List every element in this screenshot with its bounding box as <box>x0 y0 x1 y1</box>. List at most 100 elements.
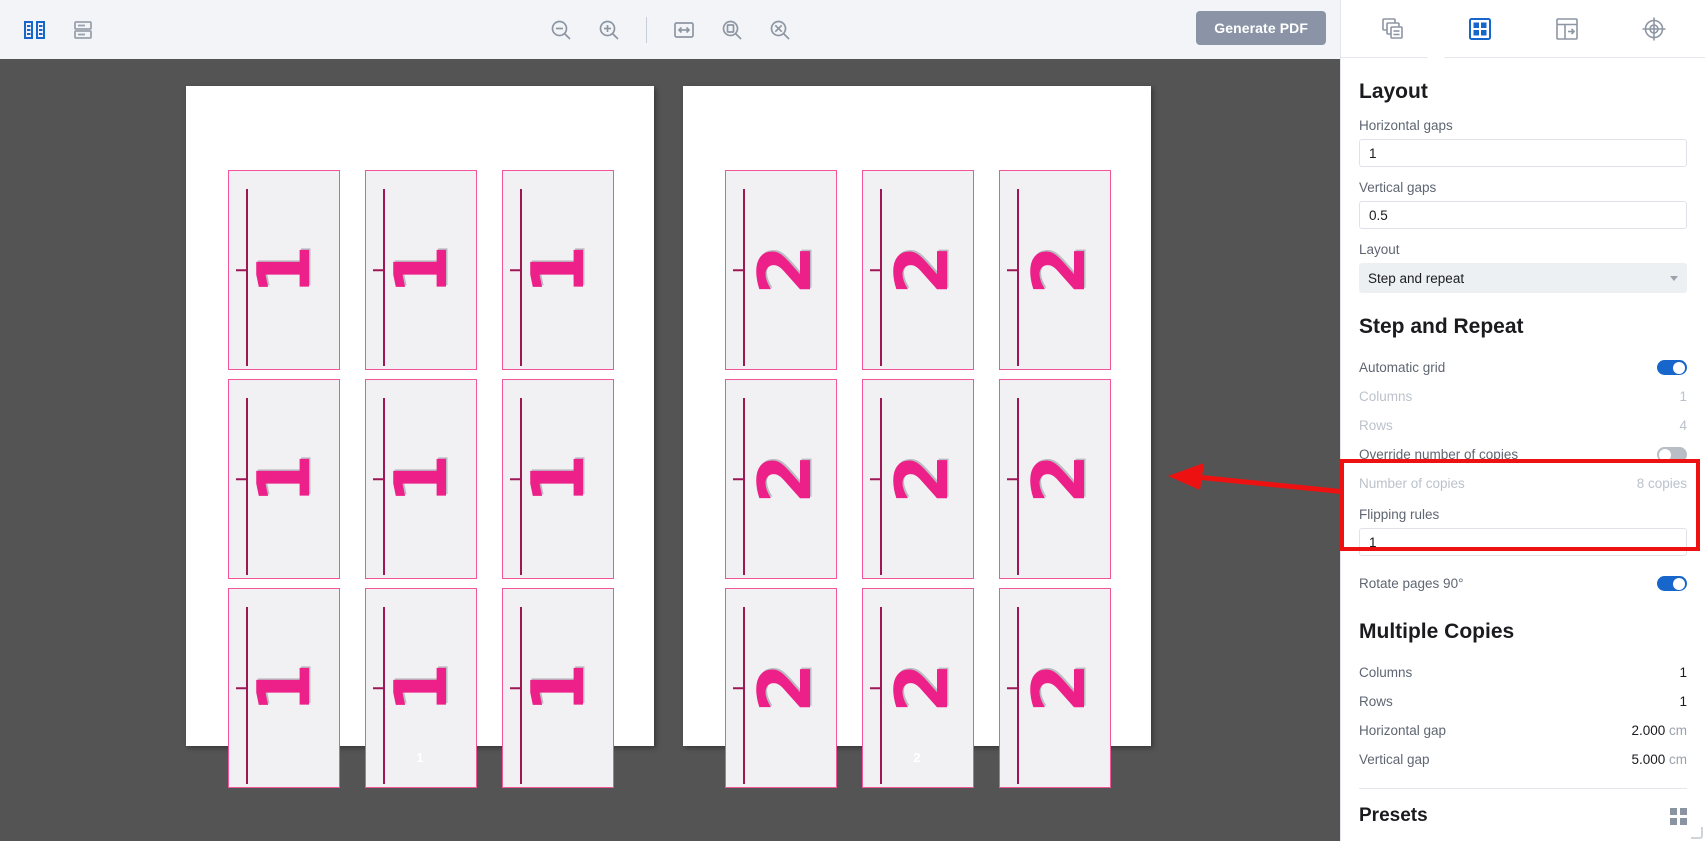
card-digit: 2 <box>1017 453 1102 505</box>
card-grid-page-2: 2 2 2 2 2 2 2 2 2 <box>725 170 1111 788</box>
tab-pages[interactable] <box>1372 8 1414 50</box>
horizontal-gaps-input[interactable] <box>1359 139 1687 167</box>
mc-vertical-gap-label: Vertical gap <box>1359 752 1430 767</box>
mc-horizontal-gap-unit: cm <box>1669 723 1687 738</box>
card-digit: 2 <box>743 453 828 505</box>
top-toolbar: Generate PDF <box>0 0 1340 59</box>
presets-title: Presets <box>1359 805 1428 826</box>
mc-rows-value: 1 <box>1679 694 1687 709</box>
tab-layout[interactable] <box>1459 8 1501 50</box>
sheet-page-2[interactable]: 2 2 2 2 2 2 2 2 2 <box>683 86 1151 788</box>
document-canvas[interactable]: 1 1 1 1 1 1 1 1 1 1 2 2 2 2 2 2 2 2 2 2 <box>0 59 1340 841</box>
page-label-1: 1 <box>416 750 424 765</box>
tab-marks[interactable] <box>1546 8 1588 50</box>
right-settings-panel: Layout Horizontal gaps Vertical gaps Lay… <box>1340 0 1705 841</box>
app-window: Generate PDF 1 1 1 1 1 1 1 1 1 1 2 2 2 2… <box>0 0 1705 841</box>
override-copies-row: Override number of copies <box>1359 440 1687 469</box>
card-item[interactable]: 2 <box>725 379 837 579</box>
mc-vertical-gap-unit: cm <box>1669 752 1687 767</box>
toggle-knob <box>1673 361 1685 374</box>
card-item[interactable]: 1 <box>365 170 477 370</box>
override-copies-toggle[interactable] <box>1657 447 1687 462</box>
card-item[interactable]: 2 <box>862 379 974 579</box>
toolbar-left-group <box>0 13 100 47</box>
chevron-down-icon <box>1670 275 1678 281</box>
layout-section-title: Layout <box>1359 80 1428 103</box>
card-digit: 2 <box>1017 244 1102 296</box>
zoom-in-icon[interactable] <box>592 13 626 47</box>
vertical-gaps-label: Vertical gaps <box>1359 180 1437 195</box>
tab-registration[interactable] <box>1633 8 1675 50</box>
number-of-copies-row: Number of copies 8 copies <box>1359 469 1687 498</box>
zoom-reset-icon[interactable] <box>763 13 797 47</box>
rotate-pages-toggle[interactable] <box>1657 576 1687 591</box>
card-item[interactable]: 1 <box>228 379 340 579</box>
generate-pdf-button[interactable]: Generate PDF <box>1196 11 1326 45</box>
presets-row: Presets <box>1359 805 1687 827</box>
sr-columns-label: Columns <box>1359 389 1413 404</box>
card-item[interactable]: 1 <box>502 379 614 579</box>
mc-vertical-gap-value-group: 5.000 cm <box>1631 752 1687 767</box>
mc-rows-label: Rows <box>1359 694 1393 709</box>
sr-columns-value: 1 <box>1679 389 1687 404</box>
panel-tab-bar <box>1341 0 1705 58</box>
card-digit: 2 <box>880 453 965 505</box>
card-grid-page-1: 1 1 1 1 1 1 1 1 1 <box>228 170 614 788</box>
sr-rows-label: Rows <box>1359 418 1393 433</box>
card-item[interactable]: 2 <box>999 170 1111 370</box>
page-label-2: 2 <box>913 750 921 765</box>
automatic-grid-row: Automatic grid <box>1359 353 1687 382</box>
card-digit: 2 <box>1017 662 1102 714</box>
fit-width-icon[interactable] <box>667 13 701 47</box>
zoom-out-icon[interactable] <box>544 13 578 47</box>
sr-columns-row: Columns 1 <box>1359 382 1687 411</box>
mc-horizontal-gap-row: Horizontal gap 2.000 cm <box>1359 716 1687 745</box>
split-view-icon[interactable] <box>18 13 52 47</box>
card-digit: 2 <box>743 244 828 296</box>
mc-horizontal-gap-value: 2.000 <box>1631 723 1666 738</box>
mc-columns-label: Columns <box>1359 665 1413 680</box>
panel-resize-grip[interactable] <box>1691 827 1703 839</box>
toggle-knob <box>1659 448 1671 461</box>
presets-grid-icon[interactable] <box>1670 807 1687 825</box>
card-digit: 1 <box>516 453 600 505</box>
flipping-rules-label: Flipping rules <box>1359 507 1440 522</box>
mc-horizontal-gap-value-group: 2.000 cm <box>1631 723 1687 738</box>
fit-page-icon[interactable] <box>715 13 749 47</box>
card-digit: 1 <box>242 662 326 714</box>
card-digit: 1 <box>242 453 326 505</box>
card-digit: 1 <box>242 244 326 296</box>
card-item[interactable]: 2 <box>999 379 1111 579</box>
horizontal-gaps-label: Horizontal gaps <box>1359 118 1453 133</box>
mc-vertical-gap-row: Vertical gap 5.000 cm <box>1359 745 1687 774</box>
card-item[interactable]: 1 <box>502 170 614 370</box>
layout-select-label: Layout <box>1359 242 1400 257</box>
panel-divider <box>1359 788 1687 789</box>
card-item[interactable]: 2 <box>862 170 974 370</box>
card-item[interactable]: 2 <box>725 170 837 370</box>
toolbar-divider <box>645 16 647 43</box>
automatic-grid-label: Automatic grid <box>1359 360 1446 375</box>
card-digit: 2 <box>880 244 965 296</box>
mc-rows-row: Rows 1 <box>1359 687 1687 716</box>
layout-select[interactable]: Step and repeat <box>1359 263 1687 293</box>
active-tab-caret <box>1427 49 1445 58</box>
mc-columns-row: Columns 1 <box>1359 658 1687 687</box>
multiple-copies-section-title: Multiple Copies <box>1359 620 1515 643</box>
card-item[interactable]: 1 <box>365 379 477 579</box>
card-digit: 1 <box>516 244 600 296</box>
flipping-rules-input[interactable] <box>1359 528 1687 556</box>
rotate-pages-row: Rotate pages 90° <box>1359 569 1687 598</box>
vertical-gaps-input[interactable] <box>1359 201 1687 229</box>
card-item[interactable]: 1 <box>228 170 340 370</box>
override-copies-label: Override number of copies <box>1359 447 1519 462</box>
mc-vertical-gap-value: 5.000 <box>1631 752 1666 767</box>
toggle-knob <box>1673 577 1685 590</box>
sheet-page-1[interactable]: 1 1 1 1 1 1 1 1 1 <box>186 86 654 788</box>
number-of-copies-value: 8 copies <box>1636 476 1687 491</box>
panel-content: Layout Horizontal gaps Vertical gaps Lay… <box>1341 80 1705 827</box>
mc-columns-value: 1 <box>1679 665 1687 680</box>
card-digit: 1 <box>379 662 463 714</box>
save-icon[interactable] <box>66 13 100 47</box>
automatic-grid-toggle[interactable] <box>1657 360 1687 375</box>
